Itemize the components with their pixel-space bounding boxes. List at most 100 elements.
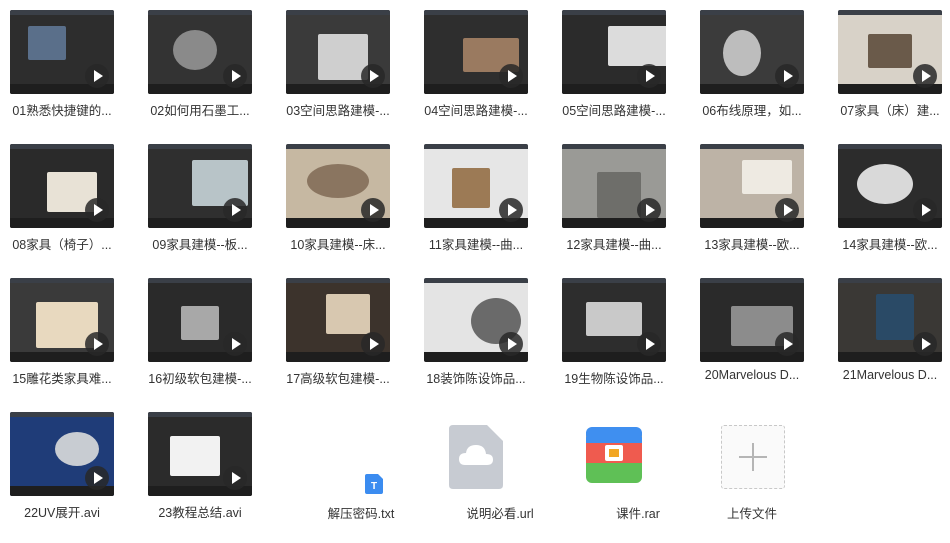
play-triangle-icon (232, 472, 241, 484)
file-item-txt[interactable]: T 解压密码.txt (299, 413, 437, 543)
thumbnail-toolbar (700, 144, 804, 149)
file-item-rar[interactable]: 课件.rar (576, 413, 714, 543)
video-label: 21Marvelous D... (842, 368, 938, 382)
video-label: 06布线原理，如... (702, 104, 802, 118)
thumbnail-content (307, 164, 369, 198)
play-icon[interactable] (775, 332, 799, 356)
thumbnail-toolbar (286, 10, 390, 15)
video-item[interactable]: 10家具建模--床... (276, 144, 414, 274)
play-icon[interactable] (775, 64, 799, 88)
video-thumbnail (562, 278, 666, 362)
video-item[interactable]: 19生物陈设饰品... (552, 278, 690, 408)
plus-icon (739, 443, 767, 471)
play-icon[interactable] (913, 64, 937, 88)
play-triangle-icon (232, 204, 241, 216)
video-item[interactable]: 12家具建模--曲... (552, 144, 690, 274)
thumbnail-toolbar (562, 278, 666, 283)
play-icon[interactable] (775, 198, 799, 222)
play-icon[interactable] (223, 198, 247, 222)
video-thumbnail (838, 278, 942, 362)
video-item[interactable]: 15雕花类家具难... (0, 278, 138, 408)
video-item[interactable]: 07家具（床）建... (828, 10, 950, 140)
play-icon[interactable] (85, 466, 109, 490)
play-icon[interactable] (85, 198, 109, 222)
play-icon[interactable] (637, 198, 661, 222)
video-thumbnail (838, 10, 942, 94)
video-item[interactable]: 11家具建模--曲... (414, 144, 552, 274)
thumbnail-toolbar (10, 144, 114, 149)
thumbnail-toolbar (286, 278, 390, 283)
thumbnail-content (28, 26, 66, 60)
txt-file-icon: T (365, 474, 383, 494)
play-triangle-icon (94, 472, 103, 484)
play-icon[interactable] (361, 332, 385, 356)
play-icon[interactable] (637, 64, 661, 88)
thumbnail-content (857, 164, 913, 204)
video-item[interactable]: 02如何用石墨工... (138, 10, 276, 140)
play-icon[interactable] (637, 332, 661, 356)
thumbnail-content (170, 436, 220, 476)
video-item[interactable]: 06布线原理，如... (690, 10, 828, 140)
video-label: 10家具建模--床... (290, 238, 386, 252)
video-item[interactable]: 23教程总结.avi (138, 412, 276, 542)
video-item[interactable]: 14家具建模--欧... (828, 144, 950, 274)
video-thumbnail (562, 144, 666, 228)
video-label: 09家具建模--板... (152, 238, 248, 252)
video-thumbnail (10, 10, 114, 94)
video-thumbnail (286, 144, 390, 228)
thumbnail-content (868, 34, 912, 68)
thumbnail-content (723, 30, 761, 76)
play-triangle-icon (646, 338, 655, 350)
upload-button[interactable] (721, 425, 785, 489)
play-triangle-icon (508, 338, 517, 350)
thumbnail-content (586, 302, 642, 336)
play-icon[interactable] (499, 64, 523, 88)
play-triangle-icon (94, 70, 103, 82)
play-icon[interactable] (499, 198, 523, 222)
video-item[interactable]: 13家具建模--欧... (690, 144, 828, 274)
play-icon[interactable] (499, 332, 523, 356)
video-label: 03空间思路建模-... (286, 104, 390, 118)
video-item[interactable]: 09家具建模--板... (138, 144, 276, 274)
thumbnail-toolbar (700, 10, 804, 15)
video-thumbnail (424, 10, 528, 94)
video-item[interactable]: 05空间思路建模-... (552, 10, 690, 140)
play-icon[interactable] (223, 466, 247, 490)
video-item[interactable]: 03空间思路建模-... (276, 10, 414, 140)
play-icon[interactable] (361, 64, 385, 88)
video-item[interactable]: 21Marvelous D... (828, 278, 950, 408)
play-triangle-icon (232, 338, 241, 350)
video-label: 18装饰陈设饰品... (426, 372, 526, 386)
thumbnail-toolbar (838, 144, 942, 149)
video-item[interactable]: 08家具（椅子）... (0, 144, 138, 274)
thumbnail-toolbar (148, 278, 252, 283)
play-icon[interactable] (913, 198, 937, 222)
video-thumbnail (424, 144, 528, 228)
video-thumbnail (838, 144, 942, 228)
play-icon[interactable] (223, 64, 247, 88)
play-icon[interactable] (85, 64, 109, 88)
thumbnail-toolbar (10, 412, 114, 417)
video-label: 14家具建模--欧... (842, 238, 938, 252)
thumbnail-toolbar (10, 10, 114, 15)
video-thumbnail (10, 278, 114, 362)
video-thumbnail (562, 10, 666, 94)
play-icon[interactable] (223, 332, 247, 356)
video-item[interactable]: 16初级软包建模-... (138, 278, 276, 408)
upload-label: 上传文件 (726, 507, 777, 521)
thumbnail-toolbar (700, 278, 804, 283)
video-item[interactable]: 04空间思路建模-... (414, 10, 552, 140)
play-icon[interactable] (85, 332, 109, 356)
video-item[interactable]: 17高级软包建模-... (276, 278, 414, 408)
video-label: 04空间思路建模-... (424, 104, 528, 118)
video-label: 12家具建模--曲... (566, 238, 662, 252)
play-icon[interactable] (913, 332, 937, 356)
video-thumbnail (700, 144, 804, 228)
video-item[interactable]: 18装饰陈设饰品... (414, 278, 552, 408)
video-item[interactable]: 01熟悉快捷键的... (0, 10, 138, 140)
play-icon[interactable] (361, 198, 385, 222)
video-thumbnail (148, 412, 252, 496)
file-item-url[interactable]: 说明必看.url (438, 413, 576, 543)
video-item[interactable]: 22UV展开.avi (0, 412, 138, 542)
video-item[interactable]: 20Marvelous D... (690, 278, 828, 408)
